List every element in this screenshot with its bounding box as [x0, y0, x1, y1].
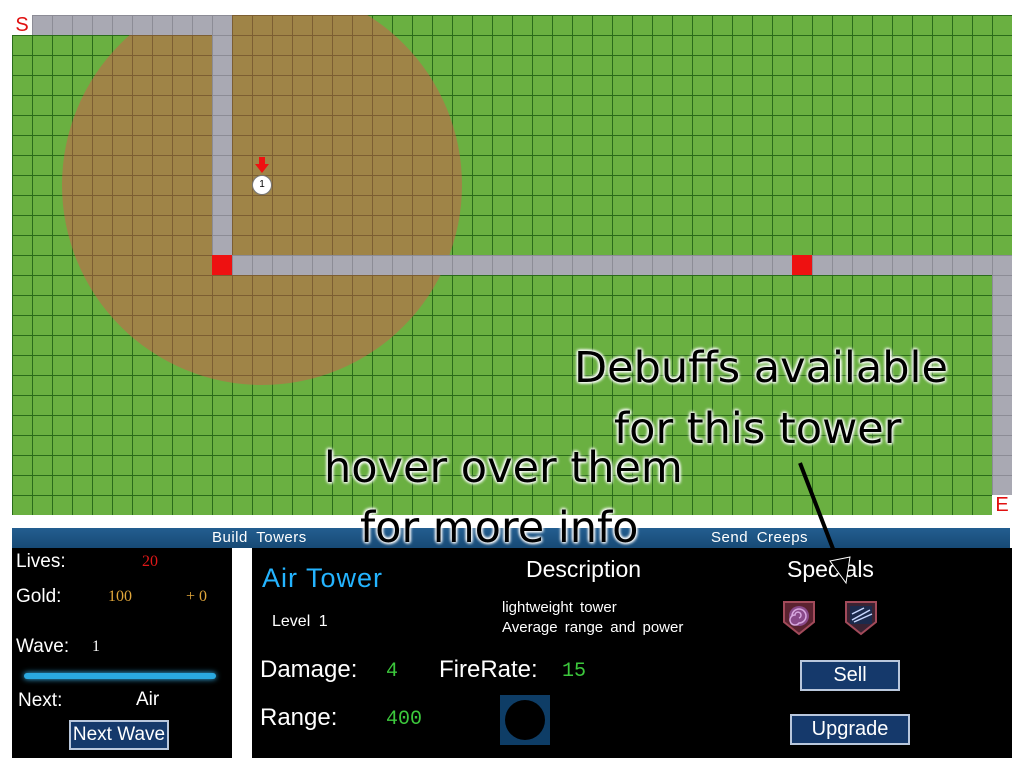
tower-info-panel: Air Tower Level 1 Description lightweigh…	[252, 548, 1012, 758]
path-segment	[992, 255, 1012, 495]
damage-value: 4	[386, 660, 399, 683]
tower-range-indicator	[62, 15, 462, 385]
gold-label: Gold:	[16, 586, 62, 607]
next-wave-type: Air	[136, 689, 160, 710]
tower-level: Level 1	[272, 613, 328, 630]
description-heading: Description	[526, 556, 642, 582]
path-segment	[212, 255, 1012, 275]
firerate-label: FireRate:	[439, 656, 538, 683]
damage-label: Damage:	[260, 656, 358, 683]
description-line-1: lightweight tower	[502, 599, 617, 616]
path-waypoint	[792, 255, 812, 275]
sell-button[interactable]: Sell	[800, 660, 900, 691]
upgrade-button[interactable]: Upgrade	[790, 714, 910, 745]
vortex-icon[interactable]	[782, 600, 816, 636]
path-segment	[32, 15, 232, 35]
description-line-2: Average range and power	[502, 619, 684, 636]
annotation-debuffs-line-1: Debuffs available	[574, 343, 948, 393]
down-arrow-icon	[255, 157, 269, 173]
path-segment	[212, 15, 232, 275]
end-marker: E	[992, 495, 1012, 515]
gold-value: 100	[108, 588, 132, 605]
lives-label: Lives:	[16, 551, 66, 572]
annotation-hover-line-1: hover over them	[324, 443, 683, 493]
lives-value: 20	[142, 553, 158, 570]
wave-label: Wave:	[16, 636, 70, 657]
wave-progress-bar	[24, 673, 216, 679]
wave-value: 1	[92, 638, 100, 655]
firerate-value: 15	[562, 660, 587, 683]
annotation-arrow-icon	[798, 462, 851, 585]
tower-name: Air Tower	[262, 563, 384, 593]
path-waypoint	[212, 255, 232, 275]
tower-preview-icon	[500, 695, 550, 745]
start-marker: S	[12, 15, 32, 35]
range-value: 400	[386, 708, 423, 731]
player-stats-panel: Lives: 20 Gold: 100 + 0 Wave: 1 Next: Ai…	[12, 548, 232, 758]
annotation-hover-line-2: for more info	[360, 503, 639, 553]
wind-icon[interactable]	[844, 600, 878, 636]
range-label: Range:	[260, 704, 338, 731]
build-towers-tab[interactable]: Build Towers	[212, 529, 307, 546]
gold-income: + 0	[186, 588, 208, 605]
next-label: Next:	[18, 690, 63, 711]
next-wave-button[interactable]: Next Wave	[69, 720, 169, 750]
creep[interactable]: 1	[252, 175, 272, 195]
